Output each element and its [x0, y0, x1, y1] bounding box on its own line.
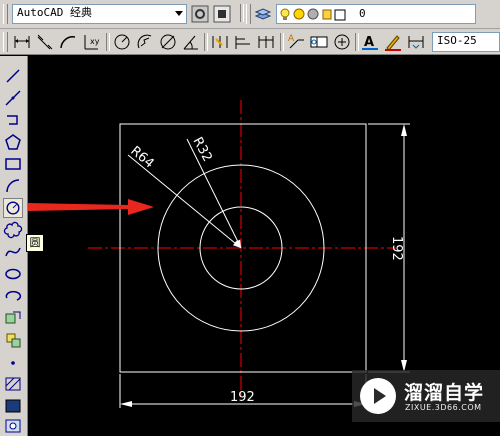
workspace-combo-value: AutoCAD 经典	[17, 6, 92, 19]
separator	[106, 33, 110, 51]
line-icon[interactable]	[3, 66, 23, 86]
dimension-update-icon[interactable]	[406, 32, 426, 52]
region-icon[interactable]	[3, 416, 23, 436]
revision-cloud-icon[interactable]	[3, 220, 23, 240]
tool-palette-icon[interactable]	[212, 4, 232, 24]
workspace-toolbar: AutoCAD 经典 0	[0, 0, 500, 29]
construction-line-icon[interactable]	[3, 88, 23, 108]
watermark-url: ZIXUE.3D66.COM	[405, 403, 482, 412]
toolbar-grip[interactable]	[246, 4, 251, 24]
watermark-title: 溜溜自学	[404, 382, 485, 404]
pointer-arrow	[28, 199, 154, 215]
quick-leader-icon[interactable]: A	[286, 32, 306, 52]
ellipse-arc-icon[interactable]	[3, 286, 23, 306]
make-block-icon[interactable]	[3, 330, 23, 350]
svg-text:A: A	[364, 35, 374, 50]
polygon-icon[interactable]	[3, 132, 23, 152]
width-dimension-label: 192	[230, 390, 255, 405]
height-arrow-top	[401, 124, 407, 136]
ordinate-dimension-icon[interactable]: xy	[81, 32, 101, 52]
radius-dimension-icon[interactable]	[112, 32, 132, 52]
inner-radius-label: R32	[189, 135, 214, 165]
watermark: 溜溜自学 ZIXUE.3D66.COM	[352, 370, 500, 422]
ellipse-icon[interactable]	[3, 264, 23, 284]
layer-combo[interactable]: 0	[276, 4, 476, 24]
width-arrow-left	[120, 401, 132, 407]
polyline-icon[interactable]	[3, 110, 23, 130]
outer-radius-label: R64	[127, 144, 156, 172]
toolbar-grip[interactable]	[3, 32, 8, 52]
center-mark-icon[interactable]	[332, 32, 352, 52]
layer-manager-icon[interactable]	[253, 4, 273, 24]
dimension-style-value: ISO-25	[437, 34, 477, 47]
svg-text:xy: xy	[90, 37, 100, 46]
hatch-icon[interactable]	[3, 374, 23, 394]
dimension-edit-icon[interactable]: A	[360, 32, 380, 52]
dimension-style-combo[interactable]: ISO-25	[432, 32, 500, 52]
tolerance-icon[interactable]	[309, 32, 329, 52]
linear-dimension-icon[interactable]	[12, 32, 32, 52]
spline-icon[interactable]	[3, 242, 23, 262]
angular-dimension-icon[interactable]	[181, 32, 201, 52]
circle-icon[interactable]	[3, 198, 23, 218]
separator	[240, 4, 244, 22]
separator	[280, 33, 284, 51]
separator	[355, 33, 359, 51]
rectangle-icon[interactable]	[3, 154, 23, 174]
dimension-text-edit-icon[interactable]	[383, 32, 403, 52]
baseline-dimension-icon[interactable]	[233, 32, 253, 52]
layer-state-icons	[280, 8, 346, 21]
diameter-dimension-icon[interactable]	[158, 32, 178, 52]
insert-block-icon[interactable]	[3, 308, 23, 328]
toolbar-grip[interactable]	[3, 4, 8, 24]
point-icon[interactable]	[3, 352, 23, 372]
workspace-combo[interactable]: AutoCAD 经典	[12, 4, 187, 24]
arc-icon[interactable]	[3, 176, 23, 196]
draw-toolbar	[0, 56, 28, 436]
jogged-dimension-icon[interactable]	[135, 32, 155, 52]
svg-text:A: A	[288, 34, 295, 44]
quick-dimension-icon[interactable]	[210, 32, 230, 52]
separator	[204, 33, 208, 51]
gradient-icon[interactable]	[3, 396, 23, 416]
height-dimension-label: 192	[389, 236, 404, 261]
arc-length-icon[interactable]	[58, 32, 78, 52]
continue-dimension-icon[interactable]	[256, 32, 276, 52]
dimension-toolbar: xy A A ISO-25	[0, 29, 500, 55]
aligned-dimension-icon[interactable]	[35, 32, 55, 52]
workspace-settings-icon[interactable]	[190, 4, 210, 24]
chevron-down-icon[interactable]	[175, 11, 183, 16]
layer-name: 0	[359, 7, 366, 20]
play-logo-icon	[360, 378, 396, 414]
